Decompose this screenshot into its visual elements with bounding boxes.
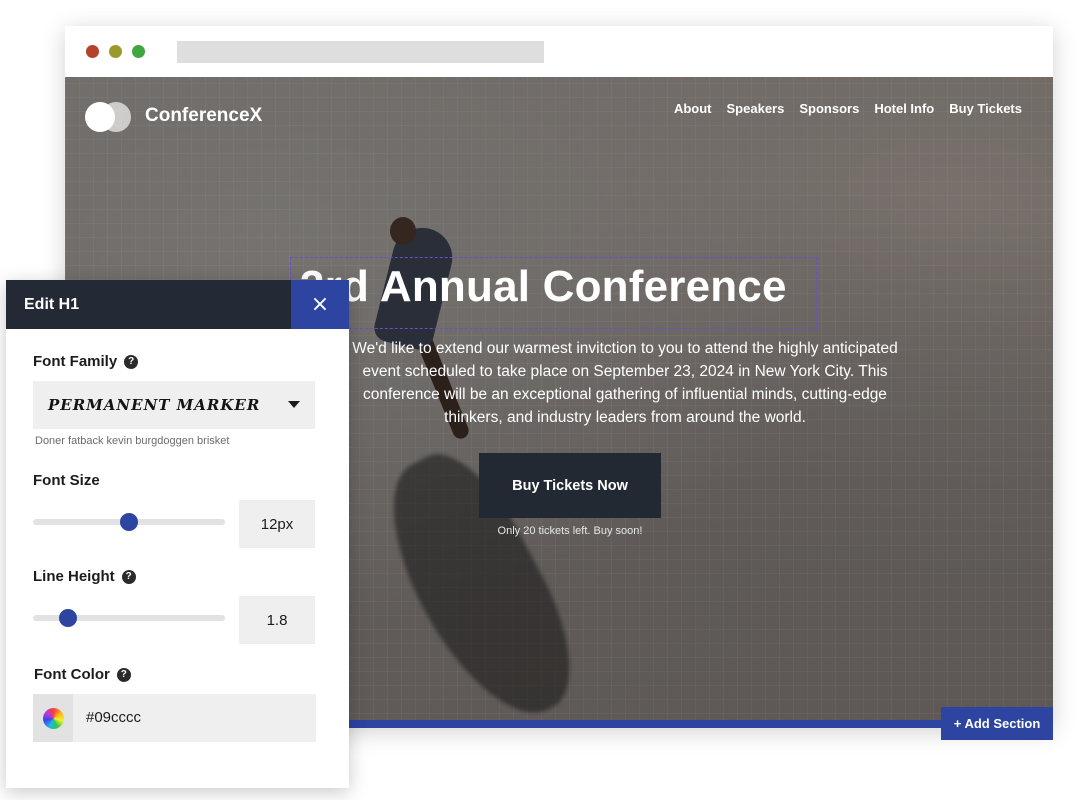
nav-link-sponsors[interactable]: Sponsors	[799, 101, 859, 116]
font-size-label-text: Font Size	[33, 472, 100, 489]
line-height-slider-thumb[interactable]	[59, 609, 78, 627]
help-icon[interactable]: ?	[124, 354, 139, 369]
window-minimize-dot[interactable]	[109, 45, 122, 58]
close-icon[interactable]: ×	[291, 280, 349, 329]
font-size-slider-thumb[interactable]	[120, 513, 138, 531]
font-family-label-text: Font Family	[33, 353, 118, 370]
panel-title: Edit H1	[24, 296, 80, 313]
browser-chrome	[65, 26, 1053, 77]
font-color-label-text: Font Color	[34, 666, 110, 683]
font-size-label: Font Size	[33, 472, 100, 489]
hero-headline[interactable]: 3rd Annual Conference	[300, 262, 787, 312]
help-icon[interactable]: ?	[116, 667, 131, 682]
address-bar[interactable]	[177, 41, 544, 63]
line-height-input[interactable]: 1.8	[239, 596, 315, 644]
font-family-hint: Doner fatback kevin burgdoggen brisket	[35, 435, 230, 447]
help-icon[interactable]: ?	[121, 569, 136, 584]
line-height-label-text: Line Height	[33, 568, 115, 585]
nav-link-speakers[interactable]: Speakers	[727, 101, 785, 116]
nav-link-buy-tickets[interactable]: Buy Tickets	[949, 101, 1022, 116]
color-picker-button[interactable]	[33, 694, 73, 742]
font-color-field[interactable]: #09cccc	[33, 694, 316, 742]
logo-mark-secondary	[101, 102, 131, 132]
font-color-label: Font Color ?	[34, 666, 131, 683]
chevron-down-icon	[288, 401, 300, 408]
site-nav: About Speakers Sponsors Hotel Info Buy T…	[674, 101, 1022, 116]
font-family-value: Permanent Marker	[48, 396, 261, 414]
color-wheel-icon	[43, 708, 64, 729]
logo-text: ConferenceX	[145, 105, 263, 126]
nav-link-hotel-info[interactable]: Hotel Info	[874, 101, 934, 116]
panel-header: Edit H1 ×	[6, 280, 349, 329]
buy-tickets-now-button[interactable]: Buy Tickets Now	[479, 453, 661, 518]
edit-h1-panel: Edit H1 × Font Family ? Permanent Marker…	[6, 280, 349, 788]
add-section-button[interactable]: + Add Section	[941, 707, 1053, 740]
font-family-label: Font Family ?	[33, 353, 139, 370]
font-size-input[interactable]: 12px	[239, 500, 315, 548]
nav-link-about[interactable]: About	[674, 101, 712, 116]
tickets-left-note: Only 20 tickets left. Buy soon!	[497, 525, 643, 537]
window-maximize-dot[interactable]	[132, 45, 145, 58]
window-close-dot[interactable]	[86, 45, 99, 58]
font-color-value[interactable]: #09cccc	[86, 709, 141, 726]
line-height-label: Line Height ?	[33, 568, 136, 585]
font-family-select[interactable]: Permanent Marker	[33, 381, 315, 429]
hero-paragraph[interactable]: We'd like to extend our warmest invitcti…	[350, 337, 900, 429]
